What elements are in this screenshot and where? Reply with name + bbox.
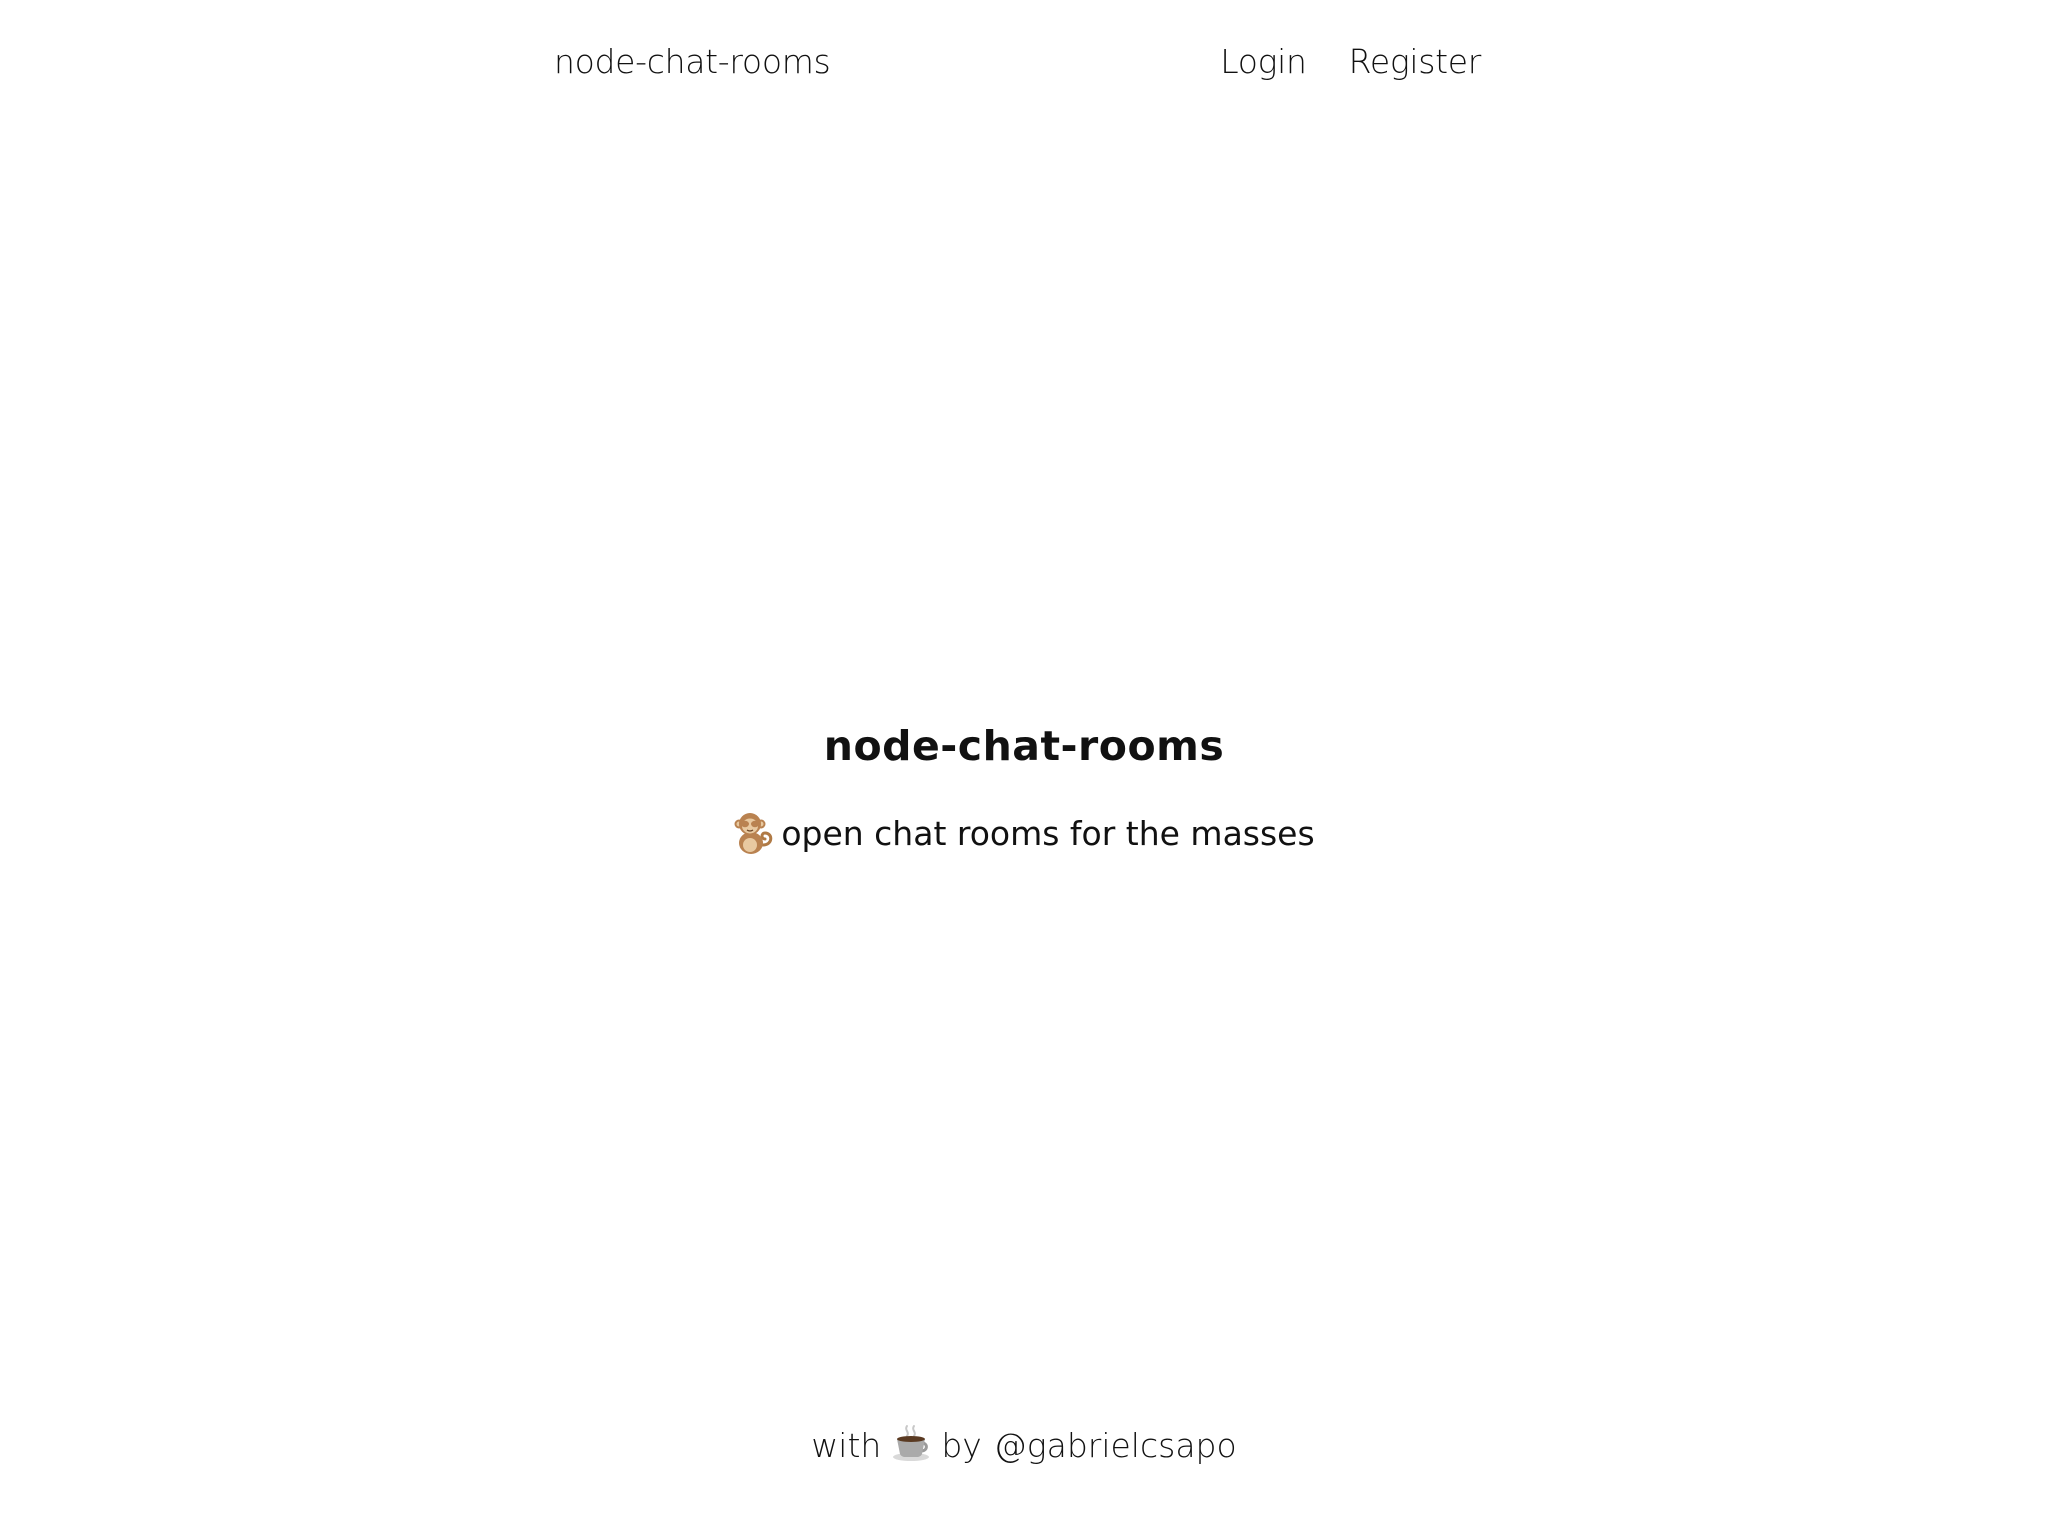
- register-link[interactable]: Register: [1349, 38, 1482, 86]
- page: node-chat-rooms Login Register node-chat…: [0, 0, 2048, 1536]
- hero-title: node-chat-rooms: [823, 722, 1225, 770]
- hero-section: node-chat-rooms open chat rooms for the …: [0, 718, 2048, 858]
- brand-link[interactable]: node-chat-rooms: [554, 38, 831, 86]
- footer-prefix: with: [811, 1426, 882, 1465]
- hero-tagline: open chat rooms for the masses: [0, 810, 2048, 858]
- coffee-icon: [891, 1423, 931, 1463]
- footer: with by @gabrielcsapo: [0, 1422, 2048, 1470]
- author-link[interactable]: @gabrielcsapo: [994, 1426, 1237, 1465]
- nav-links: Login Register: [1220, 38, 1481, 86]
- monkey-icon: [733, 811, 773, 855]
- hero-tagline-text: open chat rooms for the masses: [781, 814, 1315, 853]
- login-link[interactable]: Login: [1220, 38, 1307, 86]
- footer-by: by: [941, 1426, 982, 1465]
